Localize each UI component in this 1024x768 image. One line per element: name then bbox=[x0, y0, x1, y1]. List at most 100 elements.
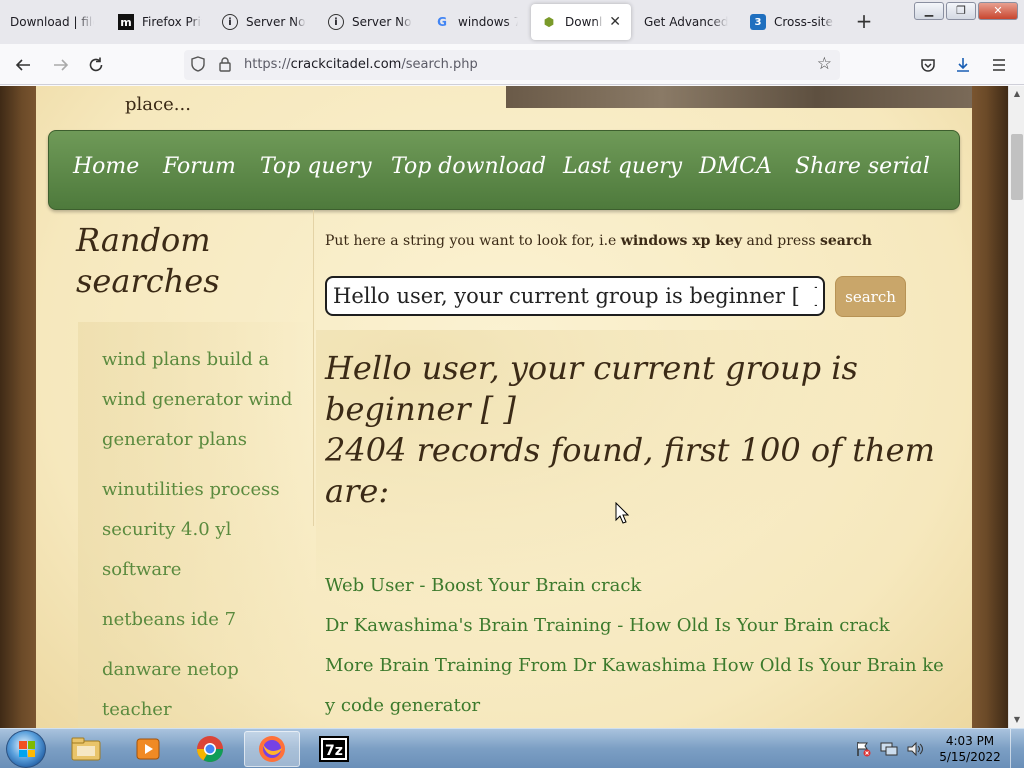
wood-border-left bbox=[0, 86, 36, 728]
nav-dmca[interactable]: DMCA bbox=[699, 154, 772, 179]
shield-icon: 3 bbox=[750, 14, 766, 30]
tab-strip: Download | file m Firefox Priva i Server… bbox=[0, 0, 1024, 44]
svg-text:7z: 7z bbox=[325, 743, 343, 759]
bookmark-star-icon[interactable]: ☆ bbox=[817, 54, 832, 74]
window-controls: ▁ ❐ ✕ bbox=[914, 2, 1018, 20]
sidebar-title-line: Random bbox=[76, 221, 211, 259]
info-icon: i bbox=[328, 14, 344, 30]
google-icon: G bbox=[437, 15, 447, 29]
media-player-icon[interactable] bbox=[120, 731, 176, 767]
hint-text: and press bbox=[742, 233, 821, 249]
nav-top-query[interactable]: Top query bbox=[260, 154, 372, 179]
results-count: are: bbox=[325, 472, 390, 510]
new-tab-button[interactable]: + bbox=[852, 10, 876, 34]
random-search-link[interactable]: winutilities process security 4.0 yl sof… bbox=[102, 470, 302, 590]
tab-label: Get Advanced B bbox=[644, 15, 728, 29]
column-divider bbox=[313, 210, 314, 526]
address-bar[interactable]: https://crackcitadel.com/search.php ☆ bbox=[184, 50, 840, 80]
results-count: 2404 records found, first 100 of them bbox=[325, 431, 935, 469]
sidebar-title: Random searches bbox=[76, 220, 220, 302]
sidebar-title-line: searches bbox=[76, 262, 220, 300]
results-heading: Hello user, your current group is beginn… bbox=[325, 348, 945, 512]
tab-label: Cross-site s bbox=[774, 15, 834, 29]
volume-icon[interactable] bbox=[904, 738, 926, 760]
navigation-toolbar: https://crackcitadel.com/search.php ☆ bbox=[0, 44, 1024, 85]
tab-server-not-found-2[interactable]: i Server Not F bbox=[318, 4, 422, 40]
hamburger-menu-icon[interactable] bbox=[986, 52, 1012, 78]
7zip-icon[interactable]: 7z bbox=[306, 731, 362, 767]
hint-text: Put here a string you want to look for, … bbox=[325, 233, 621, 249]
system-clock[interactable]: 4:03 PM 5/15/2022 bbox=[930, 733, 1010, 765]
wood-border-right bbox=[972, 86, 1008, 728]
tab-firefox-privacy[interactable]: m Firefox Priva bbox=[108, 4, 212, 40]
close-tab-icon[interactable]: ✕ bbox=[609, 14, 621, 30]
tab-windows7[interactable]: G windows 7 bbox=[424, 4, 528, 40]
clock-time: 4:03 PM bbox=[945, 734, 995, 748]
tab-label: Server Not F bbox=[352, 15, 412, 29]
tab-label: Download | file bbox=[10, 15, 94, 29]
page-scrollbar[interactable]: ▲ ▼ bbox=[1008, 86, 1024, 728]
result-link[interactable]: y code generator bbox=[325, 686, 945, 726]
start-button[interactable] bbox=[6, 730, 46, 768]
network-icon[interactable] bbox=[878, 738, 900, 760]
hint-button-word: search bbox=[820, 233, 872, 249]
lock-icon[interactable] bbox=[218, 56, 232, 76]
scroll-down-arrow-icon[interactable]: ▼ bbox=[1009, 712, 1024, 728]
page-viewport: place... Home Forum Top query Top downlo… bbox=[0, 86, 1008, 728]
forward-arrow-icon[interactable] bbox=[48, 52, 74, 78]
tab-label: Firefox Priva bbox=[142, 15, 202, 29]
mouse-pointer-icon bbox=[615, 501, 630, 528]
random-search-link[interactable]: danware netop teacher bbox=[102, 650, 302, 728]
chrome-icon[interactable] bbox=[182, 731, 238, 767]
close-window-button[interactable]: ✕ bbox=[978, 2, 1018, 20]
greeting-text: Hello user, your current group is bbox=[325, 349, 858, 387]
downloads-icon[interactable] bbox=[950, 52, 976, 78]
random-searches-list: wind plans build a wind generator wind g… bbox=[102, 340, 302, 728]
scroll-thumb[interactable] bbox=[1011, 134, 1023, 200]
cube-icon: ⬢ bbox=[543, 15, 555, 29]
tab-download-file[interactable]: Download | file bbox=[0, 4, 104, 40]
tracking-shield-icon[interactable] bbox=[190, 56, 206, 76]
nav-top-download[interactable]: Top download bbox=[391, 154, 546, 179]
random-search-link[interactable]: netbeans ide 7 bbox=[102, 600, 302, 640]
parchment-background: place... Home Forum Top query Top downlo… bbox=[36, 86, 972, 728]
nav-home[interactable]: Home bbox=[73, 154, 139, 179]
reload-icon[interactable] bbox=[83, 52, 109, 78]
search-hint: Put here a string you want to look for, … bbox=[325, 233, 872, 249]
tab-label: Downloa bbox=[565, 15, 603, 29]
header-snippet: place... bbox=[125, 94, 191, 115]
result-link[interactable]: Dr Kawashima's Brain Training - How Old … bbox=[325, 606, 945, 646]
windows-taskbar: 7z 4:03 PM 5/15/2022 bbox=[0, 728, 1024, 768]
search-input[interactable] bbox=[325, 276, 825, 316]
pocket-icon[interactable] bbox=[915, 52, 941, 78]
site-navigation: Home Forum Top query Top download Last q… bbox=[48, 130, 960, 210]
result-link[interactable]: More Brain Training From Dr Kawashima Ho… bbox=[325, 646, 945, 686]
greeting-text: beginner [ ] bbox=[325, 390, 516, 428]
results-list: Web User - Boost Your Brain crack Dr Kaw… bbox=[325, 566, 945, 726]
explorer-icon[interactable] bbox=[58, 731, 114, 767]
tab-server-not-found-1[interactable]: i Server Not F bbox=[212, 4, 316, 40]
result-link[interactable]: Web User - Boost Your Brain crack bbox=[325, 566, 945, 606]
minimize-button[interactable]: ▁ bbox=[914, 2, 944, 20]
nav-forum[interactable]: Forum bbox=[163, 154, 236, 179]
maximize-button[interactable]: ❐ bbox=[946, 2, 976, 20]
scroll-up-arrow-icon[interactable]: ▲ bbox=[1009, 86, 1024, 102]
nav-share-serial[interactable]: Share serial bbox=[795, 154, 930, 179]
tab-cross-site[interactable]: 3 Cross-site s bbox=[740, 4, 844, 40]
back-arrow-icon[interactable] bbox=[10, 52, 36, 78]
tab-download-active[interactable]: ⬢ Downloa ✕ bbox=[531, 4, 631, 40]
tab-get-advanced[interactable]: Get Advanced B bbox=[634, 4, 738, 40]
search-button[interactable]: search bbox=[835, 276, 906, 317]
action-center-icon[interactable] bbox=[852, 738, 874, 760]
nav-last-query[interactable]: Last query bbox=[563, 154, 682, 179]
header-photo bbox=[506, 86, 972, 108]
info-icon: i bbox=[222, 14, 238, 30]
random-search-link[interactable]: wind plans build a wind generator wind g… bbox=[102, 340, 302, 460]
show-desktop-button[interactable] bbox=[1010, 729, 1024, 768]
firefox-icon[interactable] bbox=[244, 731, 300, 767]
hint-example: windows xp key bbox=[620, 233, 743, 249]
url-scheme: https:// bbox=[244, 57, 291, 72]
url-domain: crackcitadel.com bbox=[290, 57, 402, 72]
url-text: https://crackcitadel.com/search.php bbox=[244, 57, 478, 72]
windows-logo-icon bbox=[19, 741, 35, 757]
